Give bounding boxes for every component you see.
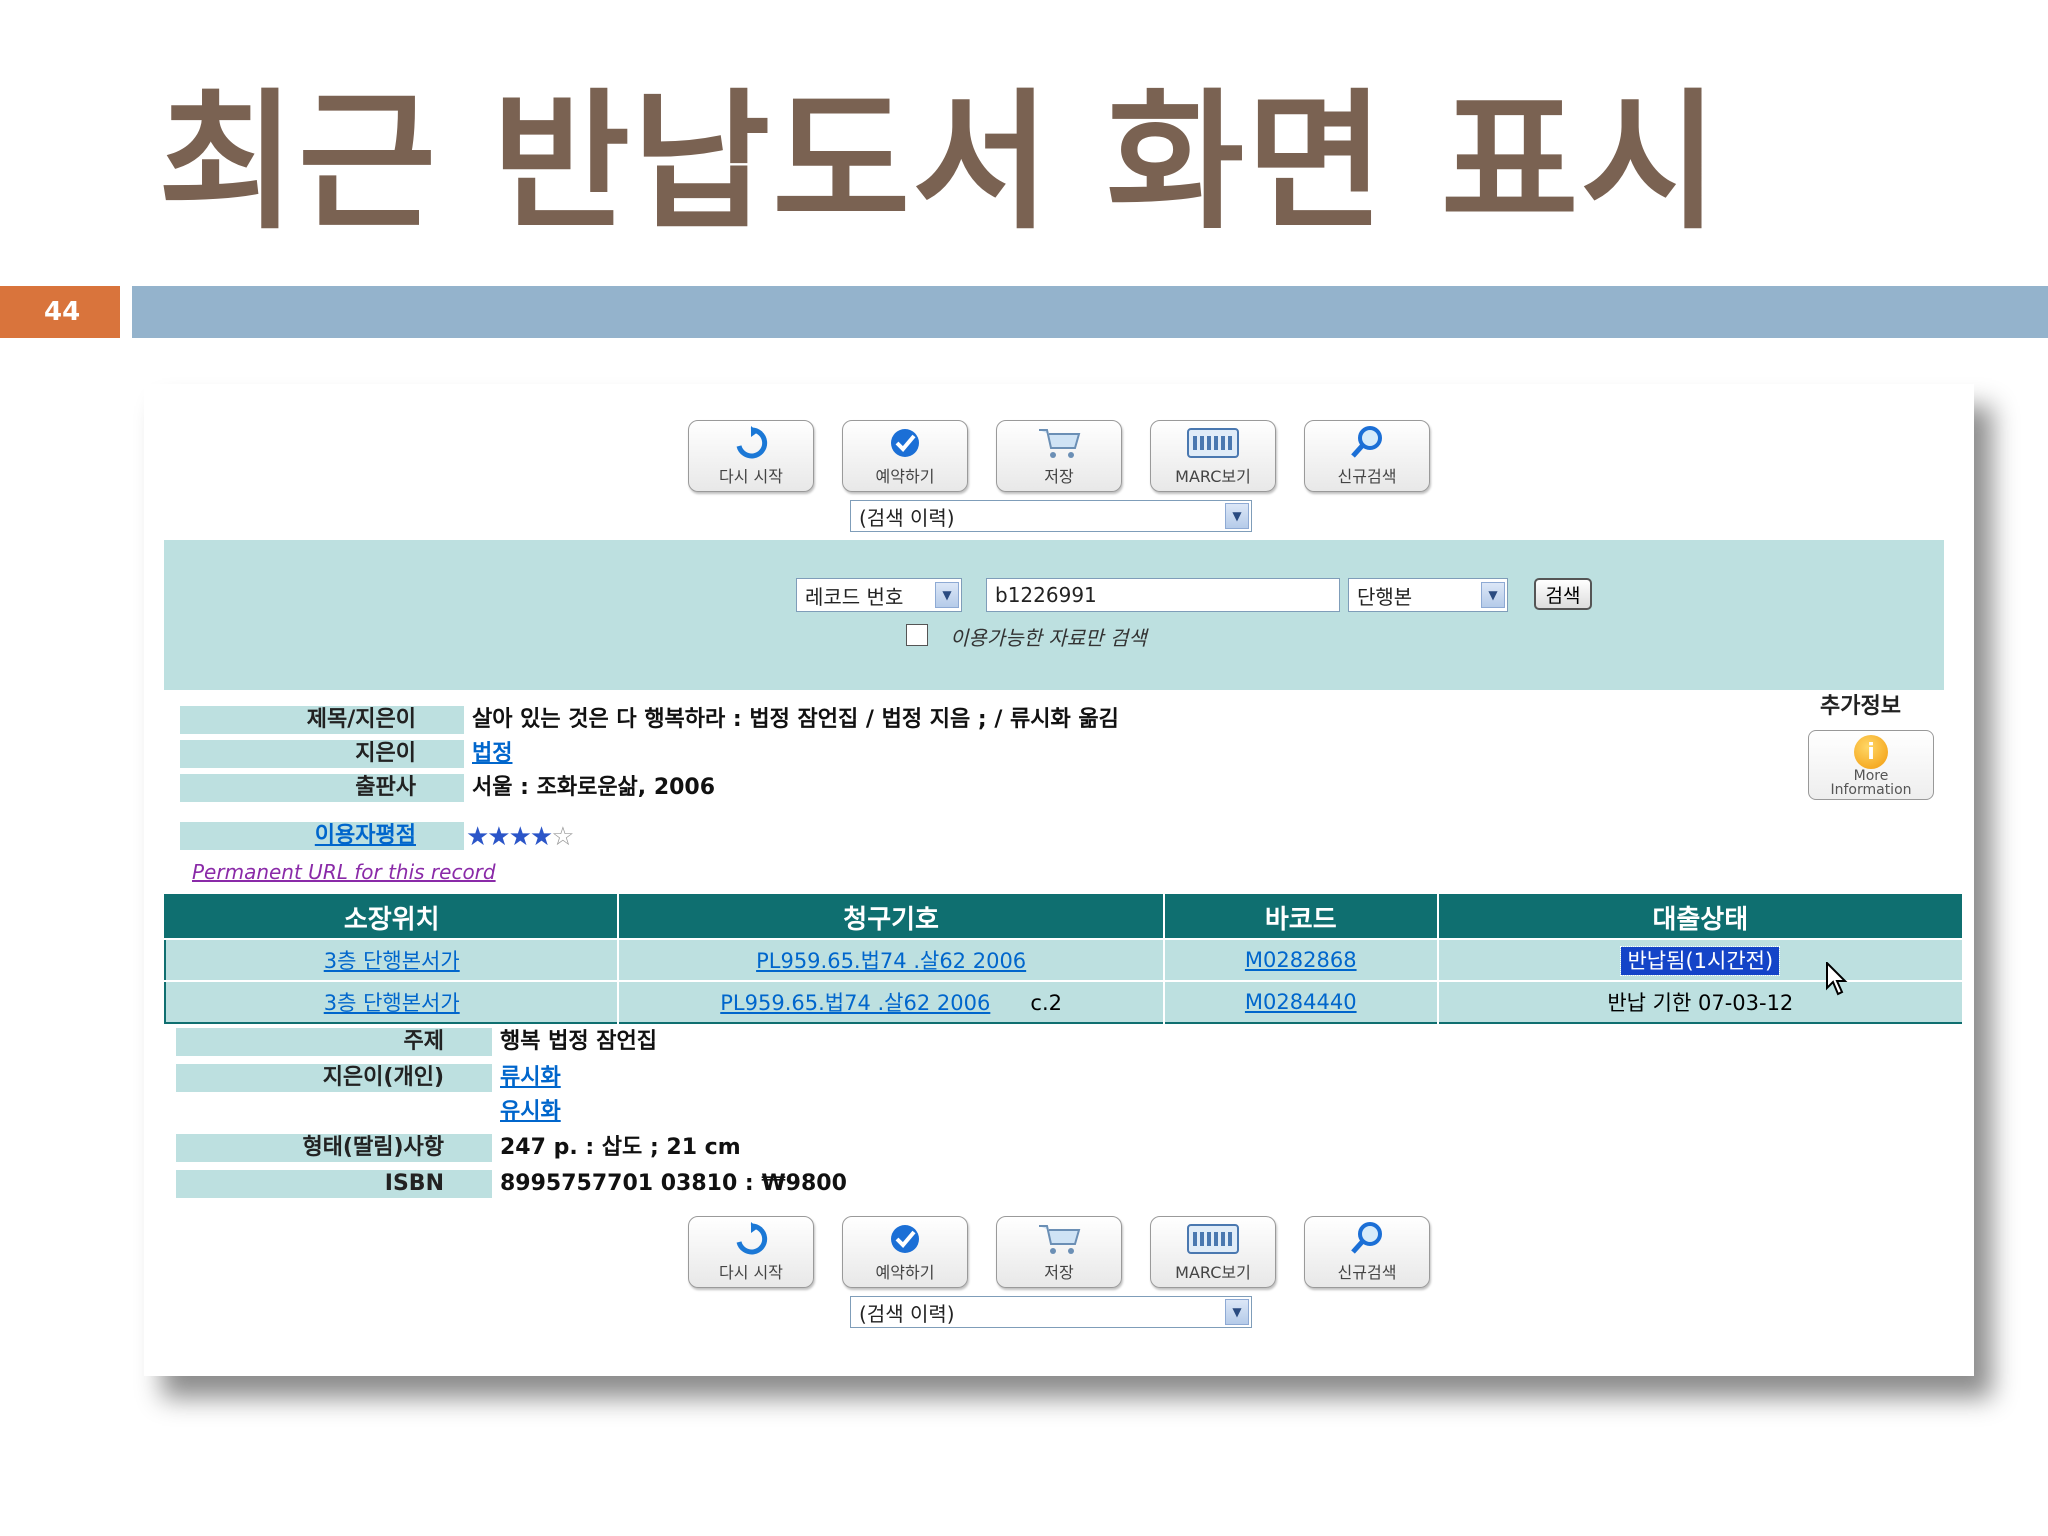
chevron-down-icon: ▼ (1481, 582, 1505, 608)
marc-view-label: MARC보기 (1175, 467, 1251, 486)
restart-button[interactable]: 다시 시작 (688, 1216, 814, 1288)
call-number-link[interactable]: PL959.65.법74 .살62 2006 (720, 991, 990, 1015)
top-toolbar: 다시 시작 예약하기 저장 MARC보기 신규검색 (144, 420, 1974, 492)
material-type-value: 단행본 (1357, 584, 1413, 609)
personal-author-link-1[interactable]: 류시화 (500, 1065, 561, 1090)
publisher-label: 출판사 (180, 774, 464, 802)
marc-view-button[interactable]: MARC보기 (1150, 420, 1276, 492)
title-author-label: 제목/지은이 (180, 706, 464, 734)
restart-label: 다시 시작 (719, 1263, 783, 1282)
slide-divider-bar (132, 286, 2048, 338)
personal-author-link-2[interactable]: 유시화 (500, 1099, 561, 1124)
save-button[interactable]: 저장 (996, 1216, 1122, 1288)
search-history-select[interactable]: (검색 이력) ▼ (850, 500, 1252, 532)
material-type-select[interactable]: 단행본 ▼ (1348, 578, 1508, 612)
personal-author-label: 지은이(개인) (176, 1064, 492, 1092)
isbn-label: ISBN (176, 1170, 492, 1198)
table-row: 3층 단행본서가 PL959.65.법74 .살62 2006 M0282868… (165, 938, 1965, 981)
search-input-value: b1226991 (995, 583, 1097, 607)
new-search-label: 신규검색 (1337, 1263, 1397, 1282)
physical-desc-label: 형태(딸림)사항 (176, 1134, 492, 1162)
available-only-label: 이용가능한 자료만 검색 (950, 626, 1147, 650)
info-icon: i (1854, 735, 1888, 769)
additional-info-title: 추가정보 (1820, 694, 1901, 719)
status-value: 반납 기한 07-03-12 (1607, 991, 1794, 1015)
search-history-value: (검색 이력) (859, 1301, 955, 1326)
mouse-cursor-icon (1826, 960, 1850, 1000)
header-call-number: 청구기호 (618, 895, 1165, 939)
save-button[interactable]: 저장 (996, 420, 1122, 492)
more-information-button[interactable]: i More Information (1808, 730, 1934, 800)
search-field-value: 레코드 번호 (805, 584, 904, 609)
star-empty-icon: ☆ (551, 822, 574, 852)
location-link[interactable]: 3층 단행본서가 (324, 991, 460, 1015)
search-field-select[interactable]: 레코드 번호 ▼ (796, 578, 962, 612)
search-submit-button[interactable]: 검색 (1534, 578, 1592, 610)
holdings-header-row: 소장위치 청구기호 바코드 대출상태 (165, 895, 1965, 939)
search-history-value: (검색 이력) (859, 505, 955, 530)
restart-label: 다시 시작 (719, 467, 783, 486)
more-info-line1: More (1853, 768, 1889, 784)
magnifier-icon (1349, 1221, 1385, 1257)
user-rating-link[interactable]: 이용자평점 (180, 822, 464, 850)
isbn-value: 8995757701 03810 : ₩9800 (500, 1171, 847, 1196)
physical-desc-value: 247 p. : 삽도 ; 21 cm (500, 1135, 741, 1160)
marc-view-label: MARC보기 (1175, 1263, 1251, 1282)
barcode-link[interactable]: M0284440 (1245, 990, 1357, 1014)
location-link[interactable]: 3층 단행본서가 (324, 949, 460, 973)
copy-number: c.2 (1030, 991, 1062, 1015)
restart-button[interactable]: 다시 시작 (688, 420, 814, 492)
search-input[interactable]: b1226991 (986, 578, 1340, 612)
available-only-checkbox[interactable] (906, 624, 928, 646)
table-row: 3층 단행본서가 PL959.65.법74 .살62 2006 c.2 M028… (165, 980, 1965, 1023)
refresh-icon (734, 1221, 768, 1257)
chevron-down-icon: ▼ (935, 582, 959, 608)
marc-grid-icon (1187, 425, 1239, 461)
rating-stars[interactable]: ★★★★☆ (466, 822, 575, 852)
reserve-button[interactable]: 예약하기 (842, 1216, 968, 1288)
subject-value: 행복 법정 잠언집 (500, 1029, 657, 1054)
checkmark-icon (888, 425, 922, 461)
title-author-value: 살아 있는 것은 다 행복하라 : 법정 잠언집 / 법정 지음 ; / 류시화… (472, 707, 1119, 732)
header-barcode: 바코드 (1163, 895, 1439, 939)
author-link[interactable]: 법정 (472, 741, 512, 766)
subject-label: 주제 (176, 1028, 492, 1056)
search-history-select[interactable]: (검색 이력) ▼ (850, 1296, 1252, 1328)
more-info-line2: Information (1830, 782, 1912, 798)
slide-number: 44 (0, 286, 120, 338)
cart-icon (1037, 425, 1081, 461)
reserve-label: 예약하기 (875, 1263, 935, 1282)
new-search-button[interactable]: 신규검색 (1304, 1216, 1430, 1288)
star-filled-icon: ★★★★ (466, 822, 553, 852)
slide-title: 최근 반납도서 화면 표시 (158, 76, 1721, 250)
cart-icon (1037, 1221, 1081, 1257)
chevron-down-icon: ▼ (1225, 1299, 1249, 1325)
marc-view-button[interactable]: MARC보기 (1150, 1216, 1276, 1288)
reserve-label: 예약하기 (875, 467, 935, 486)
publisher-value: 서울 : 조화로운삶, 2006 (472, 775, 716, 800)
call-number-link[interactable]: PL959.65.법74 .살62 2006 (756, 949, 1026, 973)
refresh-icon (734, 425, 768, 461)
catalog-screenshot: 다시 시작 예약하기 저장 MARC보기 신규검색 (검색 이력) ▼ 레코드 … (144, 384, 1974, 1376)
header-location: 소장위치 (165, 895, 620, 939)
checkmark-icon (888, 1221, 922, 1257)
author-label: 지은이 (180, 740, 464, 768)
marc-grid-icon (1187, 1221, 1239, 1257)
chevron-down-icon: ▼ (1225, 503, 1249, 529)
header-status: 대출상태 (1437, 895, 1965, 939)
status-value[interactable]: 반납됨(1시간전) (1620, 946, 1781, 976)
search-panel: 레코드 번호 ▼ b1226991 단행본 ▼ 검색 이용가능한 자료만 검색 (164, 540, 1944, 690)
new-search-button[interactable]: 신규검색 (1304, 420, 1430, 492)
holdings-table: 소장위치 청구기호 바코드 대출상태 3층 단행본서가 PL959.65.법74… (164, 894, 1965, 1024)
magnifier-icon (1349, 425, 1385, 461)
permanent-url-link[interactable]: Permanent URL for this record (192, 860, 496, 884)
bottom-toolbar: 다시 시작 예약하기 저장 MARC보기 신규검색 (144, 1216, 1974, 1288)
new-search-label: 신규검색 (1337, 467, 1397, 486)
reserve-button[interactable]: 예약하기 (842, 420, 968, 492)
barcode-link[interactable]: M0282868 (1245, 948, 1357, 972)
save-label: 저장 (1044, 467, 1074, 486)
save-label: 저장 (1044, 1263, 1074, 1282)
